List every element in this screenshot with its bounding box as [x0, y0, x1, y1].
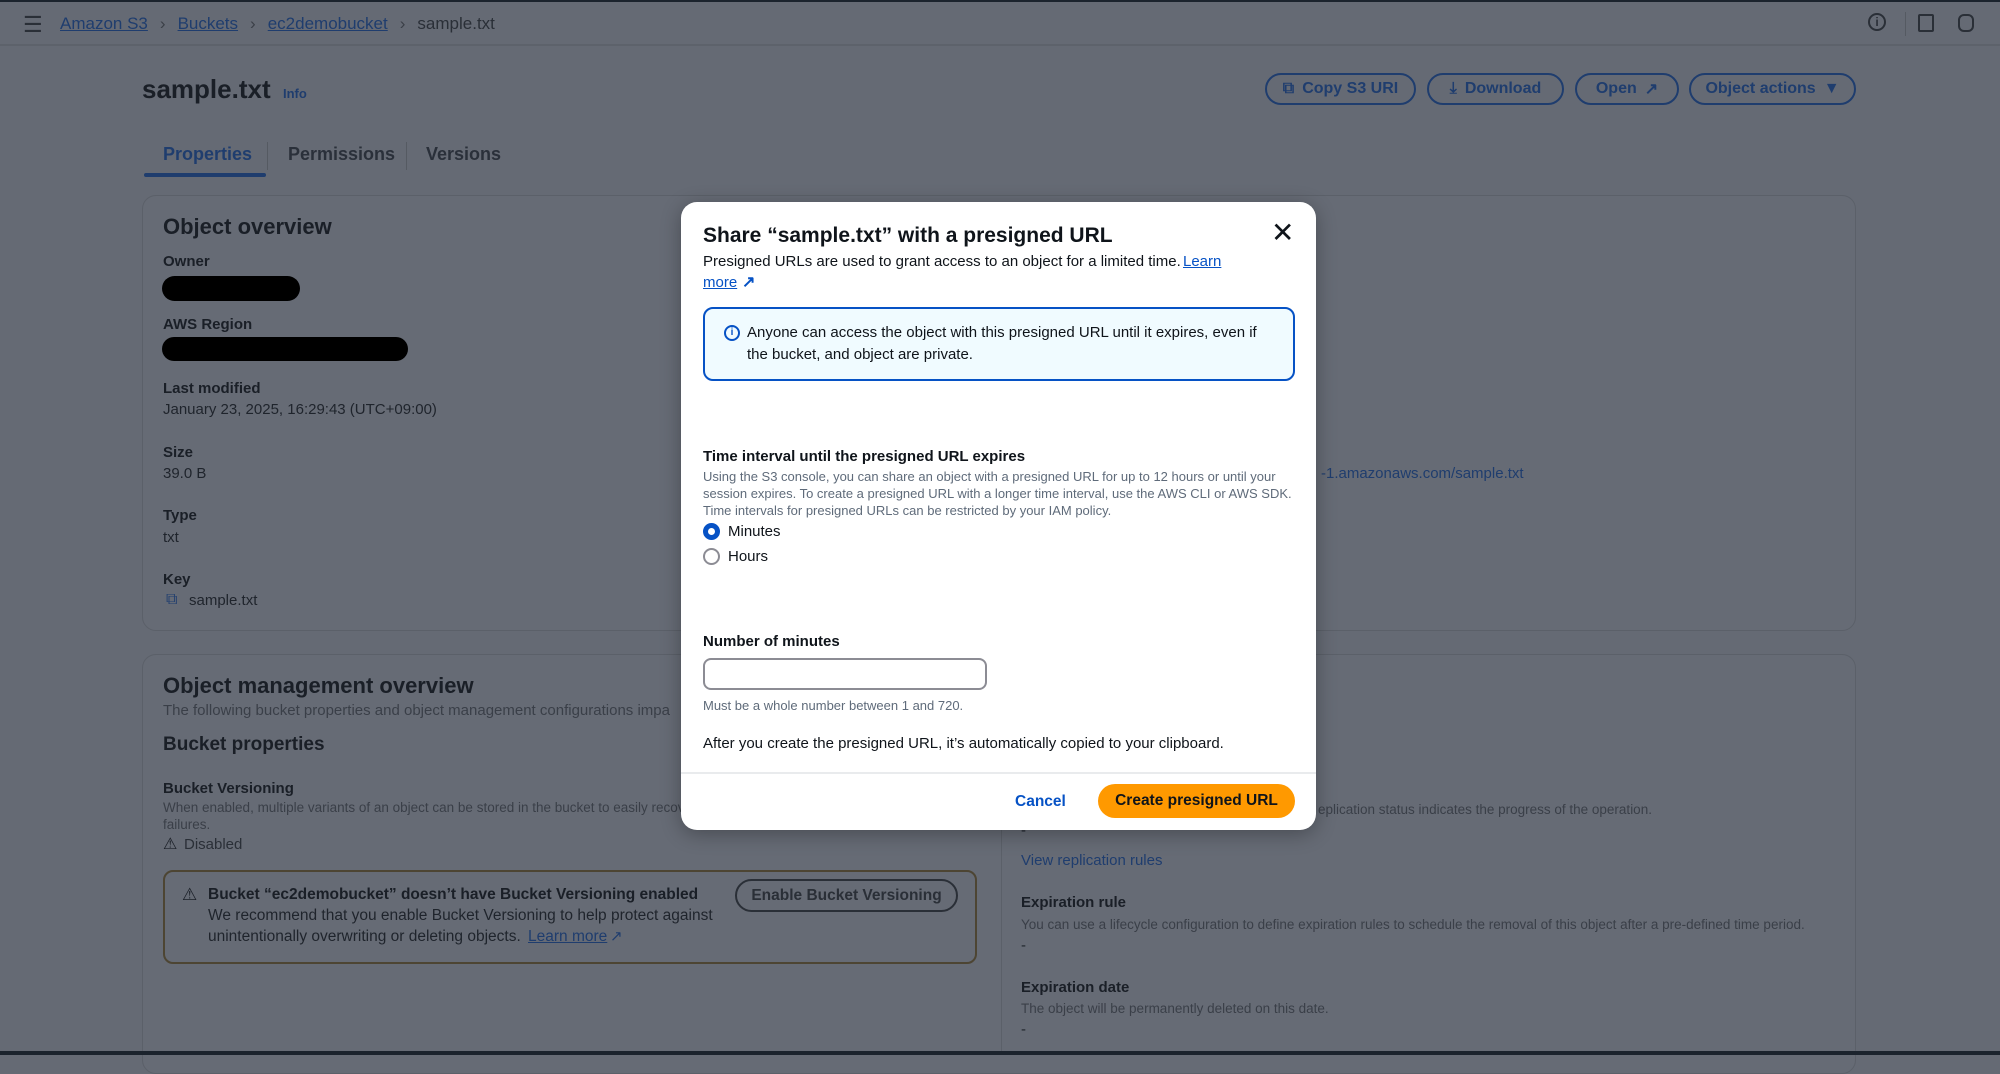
expiration-date-label: Expiration date [1021, 979, 1130, 996]
info-alert [703, 307, 1295, 381]
external-link-icon: ↗ [742, 274, 756, 291]
presigned-url-modal: Share “sample.txt” with a presigned URL … [681, 202, 1316, 830]
interval-desc: Time intervals for presigned URLs can be… [703, 503, 1112, 518]
chevron-right-icon: › [250, 14, 256, 33]
tab-versions[interactable]: Versions [426, 144, 501, 165]
breadcrumb-amazon-s3[interactable]: Amazon S3 [60, 14, 148, 34]
section-title: Object overview [163, 214, 332, 239]
warning-icon: ⚠ [163, 836, 178, 853]
minutes-label: Number of minutes [703, 633, 840, 650]
top-bar: ☰ Amazon S3 › Buckets › ec2demobucket › … [0, 0, 2000, 46]
tab-properties[interactable]: Properties [163, 144, 252, 165]
external-link-icon: ↗ [1644, 81, 1659, 98]
type-label: Type [163, 507, 197, 524]
learn-more-link[interactable]: more [703, 274, 737, 291]
minutes-hint: Must be a whole number between 1 and 720… [703, 698, 964, 713]
radio-label-hours[interactable]: Hours [728, 548, 768, 565]
interval-desc: session expires. To create a presigned U… [703, 486, 1292, 501]
expiration-rule-desc: You can use a lifecycle configuration to… [1021, 917, 1805, 932]
download-icon: ⤓ [1449, 80, 1457, 97]
key-value: sample.txt [189, 592, 258, 609]
info-alert-text: the bucket, and object are private. [747, 346, 973, 363]
panel-icon[interactable] [1918, 14, 1934, 32]
type-value: txt [163, 529, 179, 546]
size-value: 39.0 B [163, 465, 207, 482]
copy-icon[interactable]: ⧉ [166, 591, 177, 609]
section-title: Object management overview [163, 673, 474, 698]
tab-divider [406, 142, 407, 170]
clipboard-note: After you create the presigned URL, it’s… [703, 735, 1224, 752]
versioning-desc: failures. [163, 817, 211, 832]
external-link-icon: ↗ [610, 928, 623, 945]
region-label: AWS Region [163, 316, 253, 333]
settings-icon[interactable] [1958, 14, 1974, 32]
copy-icon: ⧉ [1282, 80, 1295, 97]
expiration-date-desc: The object will be permanently deleted o… [1021, 1001, 1329, 1016]
breadcrumb: Amazon S3 › Buckets › ec2demobucket › sa… [60, 14, 495, 34]
warning-icon: ⚠ [182, 885, 198, 904]
size-label: Size [163, 444, 194, 461]
open-button[interactable]: Open ↗ [1575, 73, 1679, 105]
expiration-date-value: - [1021, 1021, 1026, 1038]
bucket-properties-heading: Bucket properties [163, 734, 325, 755]
redacted-owner [162, 276, 300, 301]
alert-title: Bucket “ec2demobucket” doesn’t have Buck… [208, 886, 699, 903]
learn-more-link[interactable]: Learn [1183, 253, 1221, 270]
close-icon[interactable]: ✕ [1271, 216, 1294, 249]
learn-more-link[interactable]: Learn more [528, 928, 607, 946]
radio-hours[interactable] [703, 548, 720, 565]
bottom-bar [0, 1051, 2000, 1055]
radio-label-minutes[interactable]: Minutes [728, 523, 781, 540]
expiration-rule-value: - [1021, 937, 1026, 954]
expiration-rule-label: Expiration rule [1021, 894, 1127, 911]
chevron-right-icon: › [399, 14, 406, 33]
modal-description: Presigned URLs are used to grant access … [703, 253, 1181, 270]
key-label: Key [163, 571, 191, 588]
versioning-label: Bucket Versioning [163, 780, 294, 797]
last-modified-value: January 23, 2025, 16:29:43 (UTC+09:00) [163, 401, 437, 418]
minutes-input[interactable] [703, 658, 987, 690]
owner-label: Owner [163, 253, 210, 270]
versioning-desc: When enabled, multiple variants of an ob… [163, 800, 693, 815]
enable-versioning-button[interactable]: Enable Bucket Versioning [735, 879, 958, 912]
download-button[interactable]: ⤓ Download [1427, 73, 1564, 105]
menu-icon[interactable]: ☰ [23, 12, 43, 38]
info-alert-text: Anyone can access the object with this p… [747, 324, 1257, 341]
view-replication-rules-link[interactable]: View replication rules [1021, 852, 1162, 869]
breadcrumb-bucket[interactable]: ec2demobucket [268, 14, 388, 34]
tab-permissions[interactable]: Permissions [288, 144, 395, 165]
footer-divider [681, 772, 1316, 774]
chevron-right-icon: › [159, 14, 166, 33]
page-title: sample.txt [142, 74, 271, 104]
breadcrumb-current: sample.txt [417, 14, 495, 33]
object-url-link[interactable]: -1.amazonaws.com/sample.txt [1321, 465, 1524, 482]
divider [1905, 12, 1906, 36]
tab-divider [267, 142, 268, 170]
info-link[interactable]: Info [283, 86, 307, 101]
radio-minutes[interactable] [703, 523, 720, 540]
tab-active-indicator [144, 173, 266, 177]
interval-desc: Using the S3 console, you can share an o… [703, 469, 1276, 484]
last-modified-label: Last modified [163, 380, 261, 397]
caret-down-icon: ▼ [1823, 80, 1840, 97]
info-icon: i [724, 325, 740, 341]
copy-s3-uri-button[interactable]: ⧉ Copy S3 URI [1265, 73, 1416, 105]
redacted-region [162, 337, 408, 361]
interval-label: Time interval until the presigned URL ex… [703, 448, 1026, 465]
versioning-status: Disabled [184, 836, 243, 853]
alert-text: We recommend that you enable Bucket Vers… [208, 907, 713, 924]
object-actions-button[interactable]: Object actions ▼ [1689, 73, 1856, 105]
modal-title: Share “sample.txt” with a presigned URL [703, 224, 1113, 247]
info-icon[interactable]: i [1868, 13, 1886, 31]
cancel-button[interactable]: Cancel [1015, 793, 1066, 811]
breadcrumb-buckets[interactable]: Buckets [178, 14, 238, 34]
create-presigned-url-button[interactable]: Create presigned URL [1098, 784, 1295, 818]
alert-text: unintentionally overwriting or deleting … [208, 928, 521, 945]
section-subtitle: The following bucket properties and obje… [163, 702, 670, 719]
replication-desc: eplication status indicates the progress… [1318, 802, 1652, 817]
